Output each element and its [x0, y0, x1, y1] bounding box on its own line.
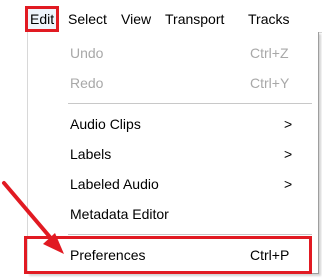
- screenshot-frame: Edit Select View Transport Tracks Undo C…: [0, 0, 322, 279]
- menu-item-shortcut: Ctrl+P: [250, 247, 290, 263]
- chevron-right-icon: >: [284, 176, 293, 192]
- menu-item-label: Undo: [70, 45, 104, 61]
- menu-item-shortcut: Ctrl+Y: [250, 75, 290, 91]
- chevron-right-icon: >: [284, 146, 293, 162]
- menu-item-undo[interactable]: Undo Ctrl+Z: [28, 38, 318, 68]
- menu-item-label: Labeled Audio: [70, 176, 159, 192]
- menu-separator: [68, 103, 312, 104]
- menu-item-labels[interactable]: Labels >: [28, 139, 318, 169]
- menu-item-redo[interactable]: Redo Ctrl+Y: [28, 68, 318, 98]
- menu-item-audio-clips[interactable]: Audio Clips >: [28, 109, 318, 139]
- menu-tracks[interactable]: Tracks: [248, 6, 289, 32]
- menu-select[interactable]: Select: [68, 6, 107, 32]
- menu-item-label: Preferences: [70, 247, 146, 263]
- menu-item-metadata-editor[interactable]: Metadata Editor: [28, 199, 318, 229]
- menu-item-labeled-audio[interactable]: Labeled Audio >: [28, 169, 318, 199]
- menu-item-label: Labels: [70, 146, 112, 162]
- edit-menu-dropdown: Undo Ctrl+Z Redo Ctrl+Y Audio Clips > La…: [27, 32, 319, 274]
- menu-item-label: Audio Clips: [70, 116, 141, 132]
- chevron-right-icon: >: [284, 116, 293, 132]
- menu-item-label: Metadata Editor: [70, 206, 169, 222]
- menu-edit[interactable]: Edit: [25, 6, 60, 32]
- menu-item-preferences[interactable]: Preferences Ctrl+P: [28, 240, 318, 270]
- menu-separator: [68, 234, 312, 235]
- menu-bar: Edit Select View Transport Tracks: [25, 6, 322, 33]
- menu-item-label: Redo: [70, 75, 104, 91]
- menu-view[interactable]: View: [121, 6, 151, 32]
- menu-transport[interactable]: Transport: [165, 6, 224, 32]
- menu-item-shortcut: Ctrl+Z: [250, 45, 289, 61]
